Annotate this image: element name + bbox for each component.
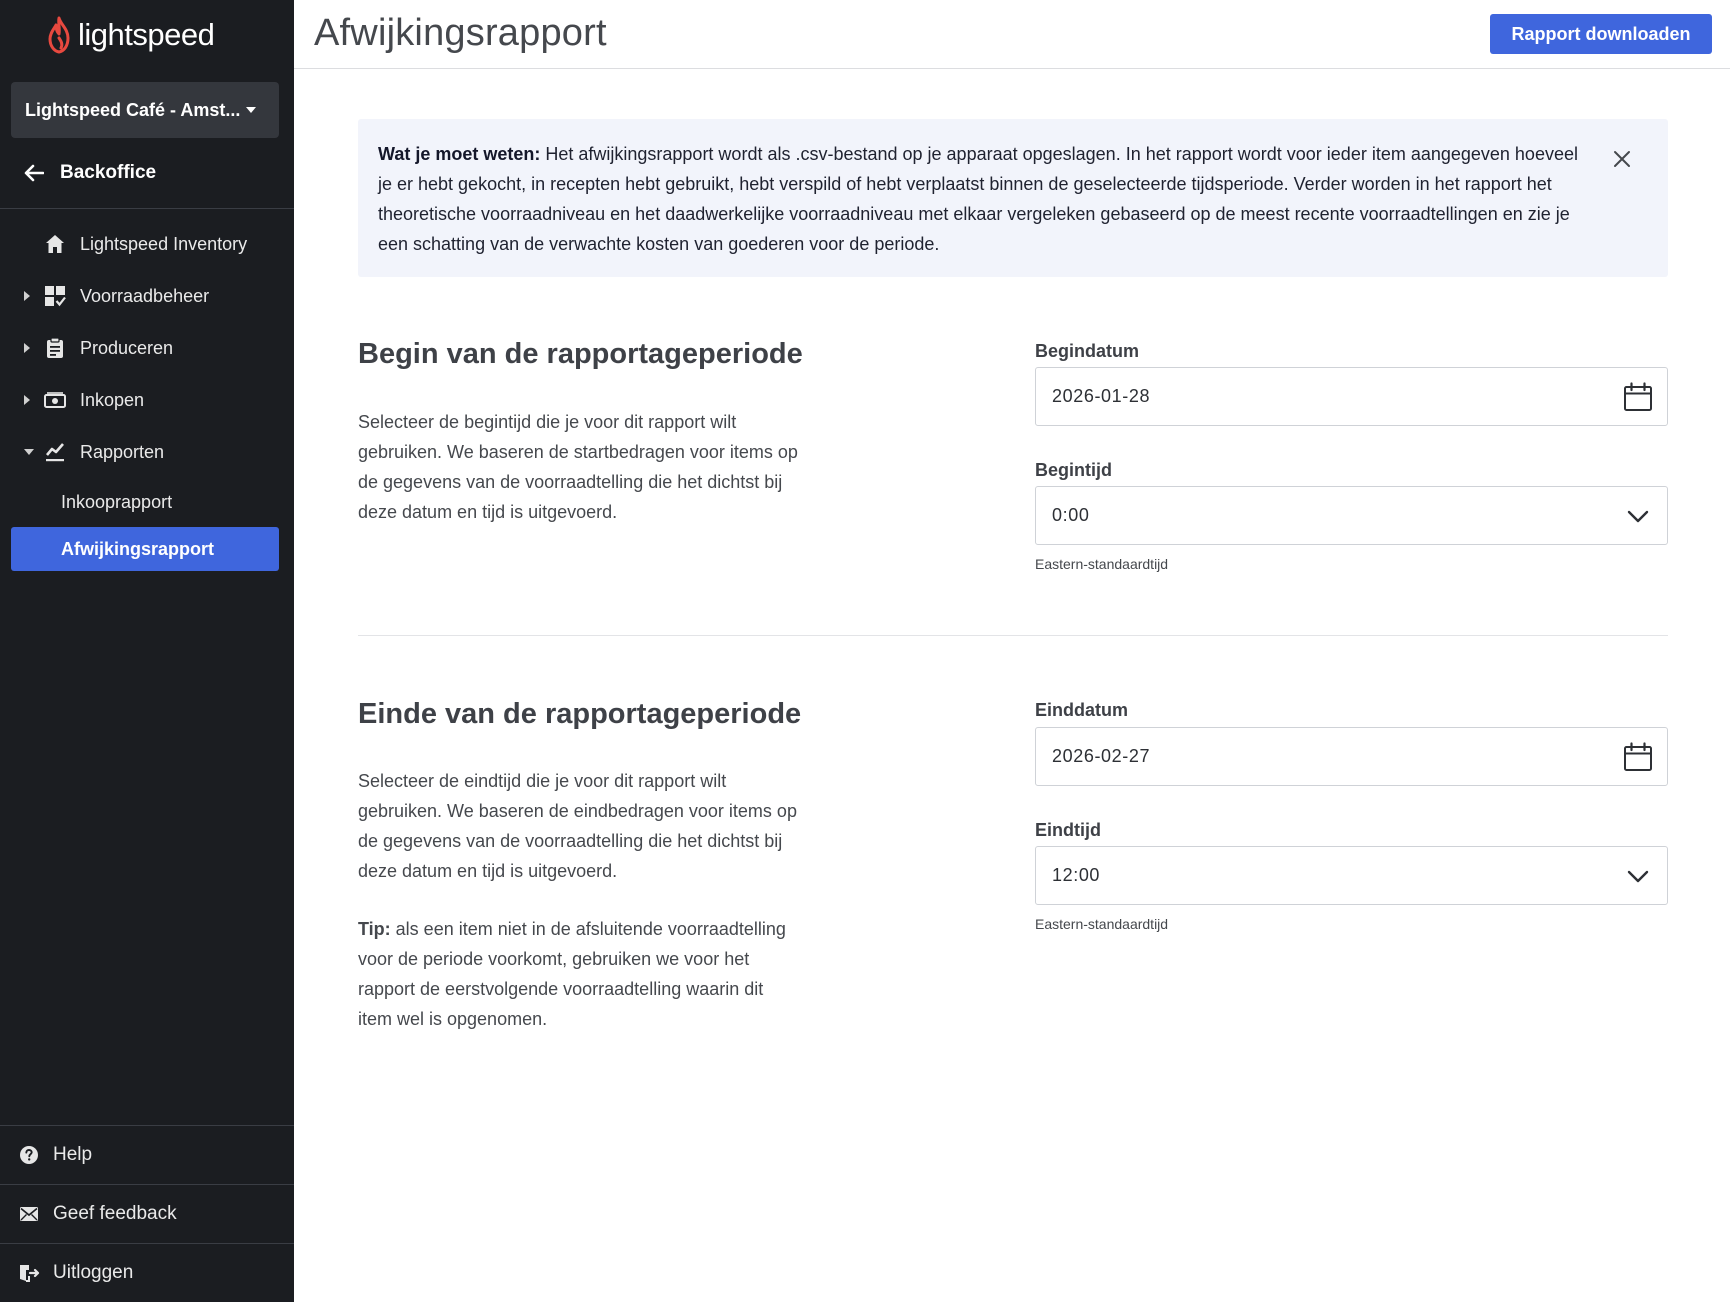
help-label: Help <box>53 1143 93 1165</box>
logo-text: lightspeed <box>78 17 215 52</box>
feedback-link[interactable]: Geef feedback <box>0 1184 294 1242</box>
start-time-label: Begintijd <box>1035 460 1112 480</box>
tip-text: als een item niet in de afsluitende voor… <box>358 919 786 1029</box>
end-timezone: Eastern-standaardtijd <box>1035 916 1169 932</box>
cash-icon <box>44 389 66 411</box>
logout-link[interactable]: Uitloggen <box>0 1243 294 1301</box>
nav-item-inkopen[interactable]: Inkopen <box>0 380 294 420</box>
tip-label: Tip: <box>358 919 391 939</box>
clipboard-icon <box>44 337 66 359</box>
calendar-icon[interactable] <box>1623 382 1653 412</box>
backoffice-link[interactable]: Backoffice <box>24 158 156 188</box>
start-time-value: 0:00 <box>1052 505 1090 525</box>
nav-label: Lightspeed Inventory <box>80 233 248 254</box>
start-section-description: Selecteer de begintijd die je voor dit r… <box>358 412 798 522</box>
flame-icon <box>48 16 70 54</box>
help-link[interactable]: Help <box>0 1125 294 1183</box>
chevron-down-icon <box>1627 510 1649 523</box>
help-icon <box>18 1144 40 1166</box>
expand-arrow-icon[interactable] <box>24 395 30 405</box>
info-text: Wat je moet weten: Het afwijkingsrapport… <box>378 139 1588 259</box>
page-title: Afwijkingsrapport <box>314 12 607 54</box>
location-name: Lightspeed Café - Amst... <box>25 99 241 120</box>
end-time-select[interactable]: 12:00 <box>1035 846 1668 905</box>
logout-label: Uitloggen <box>53 1261 134 1283</box>
collapse-arrow-icon[interactable] <box>24 449 34 455</box>
lightspeed-logo[interactable]: lightspeed <box>46 16 215 54</box>
start-section-title: Begin van de rapportageperiode <box>358 338 803 370</box>
sidebar: lightspeed Lightspeed Café - Amst... Bac… <box>0 0 294 1302</box>
expand-arrow-icon[interactable] <box>24 343 30 353</box>
end-date-input[interactable]: 2026-02-27 <box>1035 727 1668 786</box>
info-bold-prefix: Wat je moet weten: <box>378 144 541 164</box>
page-header: Afwijkingsrapport Rapport downloaden <box>294 0 1730 69</box>
mail-icon <box>18 1203 40 1225</box>
start-date-label: Begindatum <box>1035 341 1140 361</box>
sidebar-divider <box>0 208 294 209</box>
nav-item-rapporten[interactable]: Rapporten <box>0 432 294 472</box>
end-date-value: 2026-02-27 <box>1052 746 1151 766</box>
close-icon[interactable] <box>1612 149 1632 169</box>
nav-label: Rapporten <box>80 441 165 462</box>
section-divider <box>358 635 1668 636</box>
arrow-left-icon <box>24 164 44 182</box>
end-time-value: 12:00 <box>1052 865 1101 885</box>
backoffice-label: Backoffice <box>60 162 157 183</box>
sidebar-item-afwijkingsrapport[interactable]: Afwijkingsrapport <box>11 527 279 571</box>
info-banner: Wat je moet weten: Het afwijkingsrapport… <box>358 119 1668 277</box>
end-time-label: Eindtijd <box>1035 820 1101 840</box>
end-section-tip: Tip: als een item niet in de afsluitende… <box>358 914 798 1034</box>
start-timezone: Eastern-standaardtijd <box>1035 556 1169 572</box>
calendar-icon[interactable] <box>1623 742 1653 772</box>
end-section-title: Einde van de rapportageperiode <box>358 698 802 730</box>
nav-item-voorraadbeheer[interactable]: Voorraadbeheer <box>0 276 294 316</box>
inventory-grid-icon <box>44 285 66 307</box>
nav-item-produceren[interactable]: Produceren <box>0 328 294 368</box>
chevron-down-icon <box>1627 870 1649 883</box>
location-selector[interactable]: Lightspeed Café - Amst... <box>11 82 279 138</box>
nav-item-lightspeed-inventory[interactable]: Lightspeed Inventory <box>0 224 294 264</box>
start-date-value: 2026-01-28 <box>1052 386 1151 406</box>
caret-down-icon <box>246 107 257 113</box>
nav-label: Produceren <box>80 337 174 358</box>
start-time-select[interactable]: 0:00 <box>1035 486 1668 545</box>
end-date-label: Einddatum <box>1035 700 1128 720</box>
expand-arrow-icon[interactable] <box>24 291 30 301</box>
info-body: Het afwijkingsrapport wordt als .csv-bes… <box>378 144 1578 254</box>
home-icon <box>44 233 66 255</box>
chart-line-icon <box>44 441 66 463</box>
nav-label: Inkopen <box>80 389 145 410</box>
start-date-input[interactable]: 2026-01-28 <box>1035 367 1668 426</box>
end-section-description: Selecteer de eindtijd die je voor dit ra… <box>358 771 797 881</box>
nav-label: Voorraadbeheer <box>80 285 210 306</box>
sidebar-item-inkooprapport[interactable]: Inkooprapport <box>11 480 279 524</box>
logout-icon <box>18 1262 40 1284</box>
download-report-button[interactable]: Rapport downloaden <box>1490 14 1712 54</box>
feedback-label: Geef feedback <box>53 1202 177 1224</box>
